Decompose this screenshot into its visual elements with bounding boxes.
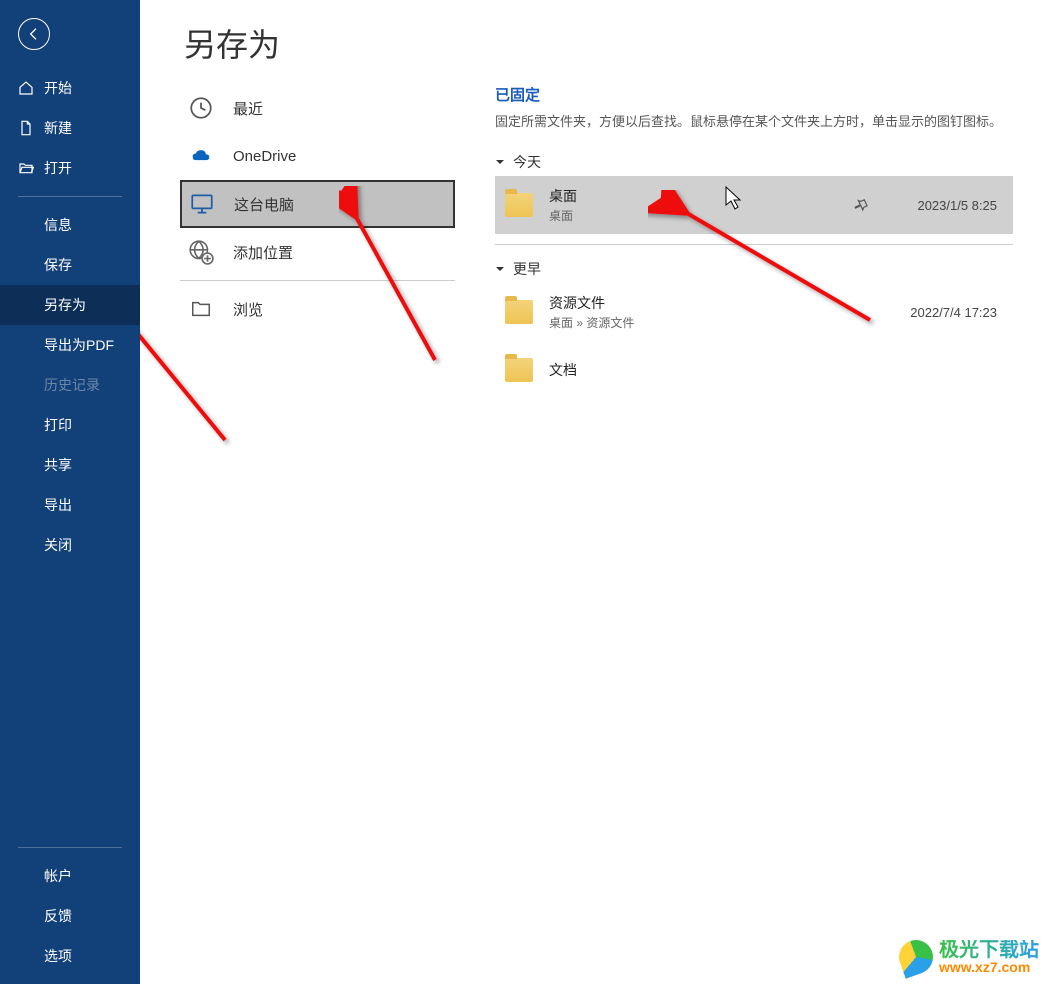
folder-name: 文档 — [549, 360, 887, 380]
nav-feedback[interactable]: 反馈 — [0, 896, 140, 936]
nav-label: 保存 — [44, 255, 72, 275]
folder-icon — [505, 193, 533, 217]
clock-icon — [187, 94, 215, 122]
nav-new[interactable]: 新建 — [0, 108, 140, 148]
sidebar: 开始 新建 打开 信息 保存 另存为 导出为PDF 历史记录 打印 共享 导出 … — [0, 0, 140, 984]
pc-icon — [188, 190, 216, 218]
recent-folders: 已固定 固定所需文件夹，方便以后查找。鼠标悬停在某个文件夹上方时，单击显示的图钉… — [495, 84, 1013, 399]
location-label: OneDrive — [233, 148, 296, 165]
caret-down-icon — [495, 264, 505, 274]
folder-date: 2023/1/5 8:25 — [887, 198, 997, 213]
nav-close[interactable]: 关闭 — [0, 525, 140, 565]
nav-label: 导出 — [44, 495, 72, 515]
folder-icon — [505, 358, 533, 382]
location-recent[interactable]: 最近 — [180, 84, 455, 132]
nav-separator — [18, 847, 122, 848]
arrow-left-icon — [26, 26, 42, 42]
nav-saveas[interactable]: 另存为 — [0, 285, 140, 325]
location-addplace[interactable]: 添加位置 — [180, 228, 455, 276]
nav-label: 打开 — [44, 158, 72, 178]
nav-save[interactable]: 保存 — [0, 245, 140, 285]
group-label: 更早 — [513, 259, 541, 279]
nav-label: 打印 — [44, 415, 72, 435]
back-button[interactable] — [18, 18, 50, 50]
main-panel: 另存为 最近 OneDrive 这台电脑 — [140, 0, 1053, 984]
folder-row-resources[interactable]: 资源文件 桌面 » 资源文件 2022/7/4 17:23 — [495, 283, 1013, 341]
pinned-header: 已固定 — [495, 84, 1013, 105]
nav-account[interactable]: 帐户 — [0, 856, 140, 896]
nav-label: 选项 — [44, 946, 72, 966]
nav-open[interactable]: 打开 — [0, 148, 140, 188]
folder-row-desktop[interactable]: 桌面 桌面 2023/1/5 8:25 — [495, 176, 1013, 234]
home-icon — [18, 80, 34, 96]
watermark-logo-icon — [894, 935, 938, 979]
nav-print[interactable]: 打印 — [0, 405, 140, 445]
folder-open-icon — [18, 160, 34, 176]
folder-row-documents[interactable]: 文档 — [495, 341, 1013, 399]
cloud-icon — [187, 142, 215, 170]
recent-separator — [495, 244, 1013, 245]
watermark: 极光下载站 www.xz7.com — [899, 940, 1039, 974]
nav-label: 导出为PDF — [44, 335, 114, 355]
nav-share[interactable]: 共享 — [0, 445, 140, 485]
page-title: 另存为 — [184, 20, 1013, 66]
folder-name: 资源文件 — [549, 293, 887, 313]
nav-label: 共享 — [44, 455, 72, 475]
nav-export[interactable]: 导出 — [0, 485, 140, 525]
save-locations: 最近 OneDrive 这台电脑 添加位置 — [180, 84, 455, 399]
nav-separator — [18, 196, 122, 197]
group-header-earlier[interactable]: 更早 — [495, 259, 1013, 279]
watermark-text: 极光下载站 — [939, 940, 1039, 960]
nav-history: 历史记录 — [0, 365, 140, 405]
location-label: 这台电脑 — [234, 194, 294, 215]
caret-down-icon — [495, 157, 505, 167]
folder-path: 桌面 — [549, 207, 853, 224]
nav-label: 反馈 — [44, 906, 72, 926]
nav-label: 新建 — [44, 118, 72, 138]
group-label: 今天 — [513, 152, 541, 172]
pinned-description: 固定所需文件夹，方便以后查找。鼠标悬停在某个文件夹上方时，单击显示的图钉图标。 — [495, 111, 1013, 130]
location-separator — [180, 280, 455, 281]
file-icon — [18, 120, 34, 136]
location-onedrive[interactable]: OneDrive — [180, 132, 455, 180]
nav-label: 信息 — [44, 215, 72, 235]
nav-info[interactable]: 信息 — [0, 205, 140, 245]
location-browse[interactable]: 浏览 — [180, 285, 455, 333]
watermark-url: www.xz7.com — [939, 960, 1039, 974]
location-label: 最近 — [233, 98, 263, 119]
nav-label: 帐户 — [44, 866, 72, 886]
nav-options[interactable]: 选项 — [0, 936, 140, 976]
group-header-today[interactable]: 今天 — [495, 152, 1013, 172]
nav-label: 历史记录 — [44, 375, 100, 395]
folder-icon — [505, 300, 533, 324]
location-label: 浏览 — [233, 299, 263, 320]
folder-date: 2022/7/4 17:23 — [887, 305, 997, 320]
folder-icon — [187, 295, 215, 323]
location-thispc[interactable]: 这台电脑 — [180, 180, 455, 228]
globe-plus-icon — [187, 238, 215, 266]
nav-label: 另存为 — [44, 295, 86, 315]
location-label: 添加位置 — [233, 242, 293, 263]
nav-label: 关闭 — [44, 535, 72, 555]
pin-icon[interactable] — [853, 197, 869, 213]
folder-name: 桌面 — [549, 186, 853, 206]
nav-home[interactable]: 开始 — [0, 68, 140, 108]
folder-path: 桌面 » 资源文件 — [549, 314, 887, 331]
nav-exportpdf[interactable]: 导出为PDF — [0, 325, 140, 365]
nav-label: 开始 — [44, 78, 72, 98]
